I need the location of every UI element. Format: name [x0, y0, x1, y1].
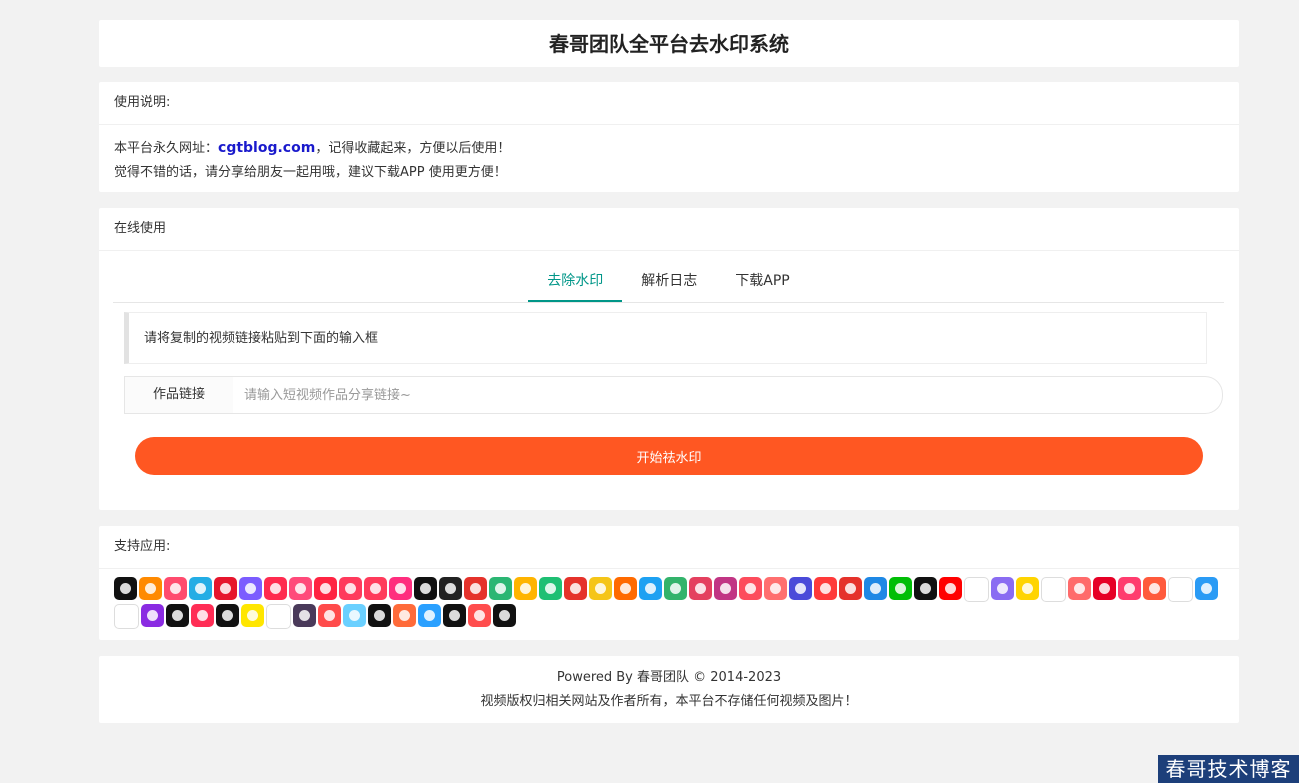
- work-link-field: 作品链接: [124, 376, 1223, 414]
- pipixia-icon: [164, 577, 187, 600]
- uc-icon: [114, 604, 139, 629]
- supported-apps-header: 支持应用:: [99, 526, 1239, 569]
- momo-icon: [689, 577, 712, 600]
- qutoutiao-icon: [539, 577, 562, 600]
- usage-line-1-prefix: 本平台永久网址：: [114, 141, 219, 156]
- shua-icon: [789, 577, 812, 600]
- kuaibao-icon: [564, 577, 587, 600]
- bianfeng-icon: [443, 604, 466, 627]
- face-icon: [1068, 577, 1091, 600]
- online-use-card: 在线使用 去除水印 解析日志 下载APP 请将复制的视频链接粘贴到下面的输入框 作品…: [99, 208, 1239, 510]
- toutiao-icon: [464, 577, 487, 600]
- usage-line-1: 本平台永久网址：cgtblog.com，记得收藏起来，方便以后使用！: [114, 136, 1224, 161]
- work-link-input[interactable]: [233, 376, 1223, 414]
- xiaoying-icon: [439, 577, 462, 600]
- kuaishou-icon: [139, 577, 162, 600]
- lvzhou-icon: [489, 577, 512, 600]
- monkey-icon: [393, 604, 416, 627]
- tab-remove-watermark[interactable]: 去除水印: [528, 266, 623, 302]
- usage-card-body: 本平台永久网址：cgtblog.com，记得收藏起来，方便以后使用！ 觉得不错的…: [99, 125, 1239, 196]
- haokan-icon: [364, 577, 387, 600]
- kuaishou-jisu-icon: [514, 577, 537, 600]
- xigua-icon: [264, 577, 287, 600]
- new-icon: [191, 604, 214, 627]
- footer-copyright-notice: 视频版权归相关网站及作者所有，本平台不存储任何视频及图片！: [480, 694, 858, 709]
- yitiao-icon: [839, 577, 862, 600]
- cartoon-icon: [964, 577, 989, 602]
- bilibili-icon: [189, 577, 212, 600]
- supported-apps-icons: [99, 569, 1239, 631]
- zuiyou-icon: [814, 577, 837, 600]
- usage-line-1-suffix: ，记得收藏起来，方便以后使用！: [315, 141, 511, 156]
- mouth-icon: [368, 604, 391, 627]
- chinese-char-icon: [468, 604, 491, 627]
- changku-icon: [216, 604, 239, 627]
- b-letter-icon: [266, 604, 291, 629]
- q-search-icon: [318, 604, 341, 627]
- penguin-icon: [1195, 577, 1218, 600]
- youku-icon: [389, 577, 412, 600]
- qq-icon: [991, 577, 1014, 600]
- usage-card: 使用说明: 本平台永久网址：cgtblog.com，记得收藏起来，方便以后使用！…: [99, 82, 1239, 192]
- footer-powered-by: Powered By 春哥团队 © 2014-2023: [556, 670, 782, 685]
- iqiyi-icon: [889, 577, 912, 600]
- acfun-icon: [739, 577, 762, 600]
- usage-card-header: 使用说明:: [99, 82, 1239, 125]
- meipai-icon: [289, 577, 312, 600]
- twitter-icon: [639, 577, 662, 600]
- huoshan-icon: [239, 577, 262, 600]
- play-icon: [614, 577, 637, 600]
- kid-icon: [1143, 577, 1166, 600]
- xiaohongshu-icon: [314, 577, 337, 600]
- footer-card: Powered By 春哥团队 © 2014-2023 视频版权归相关网站及作者…: [99, 656, 1239, 723]
- lvyou-icon: [664, 577, 687, 600]
- instagram-icon: [714, 577, 737, 600]
- heart-icon: [418, 604, 441, 627]
- page-title: 春哥团队全平台去水印系统: [549, 32, 789, 56]
- douyin-icon: [114, 577, 137, 600]
- orb-icon: [343, 604, 366, 627]
- qq-video-icon: [589, 577, 612, 600]
- youtube-icon: [939, 577, 962, 600]
- k-letter-icon: [293, 604, 316, 627]
- instruction-notice: 请将复制的视频链接粘贴到下面的输入框: [124, 312, 1207, 364]
- weibo-icon: [214, 577, 237, 600]
- yellow-play-icon: [241, 604, 264, 627]
- stripes-icon: [166, 604, 189, 627]
- title-card: 春哥团队全平台去水印系统: [99, 20, 1239, 67]
- tiktok-icon: [914, 577, 937, 600]
- work-link-label: 作品链接: [124, 376, 234, 414]
- usage-line-2: 觉得不错的话，请分享给朋友一起用哦，建议下载APP 使用更方便！: [114, 165, 507, 180]
- bird-icon: [1168, 577, 1193, 602]
- ring-icon: [493, 604, 516, 627]
- weishi-icon: [339, 577, 362, 600]
- netease-icon: [1093, 577, 1116, 600]
- blog-watermark: 春哥技术博客: [1158, 755, 1299, 783]
- play-purple-icon: [141, 604, 164, 627]
- tab-download-app[interactable]: 下载APP: [716, 266, 808, 300]
- online-use-header: 在线使用: [99, 208, 1239, 251]
- shipin-icon: [1118, 577, 1141, 600]
- site-link[interactable]: cgtblog.com: [218, 140, 315, 156]
- weishi-yellow-icon: [1016, 577, 1039, 600]
- start-remove-watermark-button[interactable]: 开始祛水印: [135, 437, 1203, 475]
- avatar-app-icon: [764, 577, 787, 600]
- supported-apps-card: 支持应用:: [99, 526, 1239, 640]
- eye-icon: [1041, 577, 1066, 602]
- capcut-icon: [414, 577, 437, 600]
- tab-bar: 去除水印 解析日志 下载APP: [113, 266, 1224, 303]
- tencent-video-icon: [864, 577, 887, 600]
- tab-parse-log[interactable]: 解析日志: [622, 266, 716, 300]
